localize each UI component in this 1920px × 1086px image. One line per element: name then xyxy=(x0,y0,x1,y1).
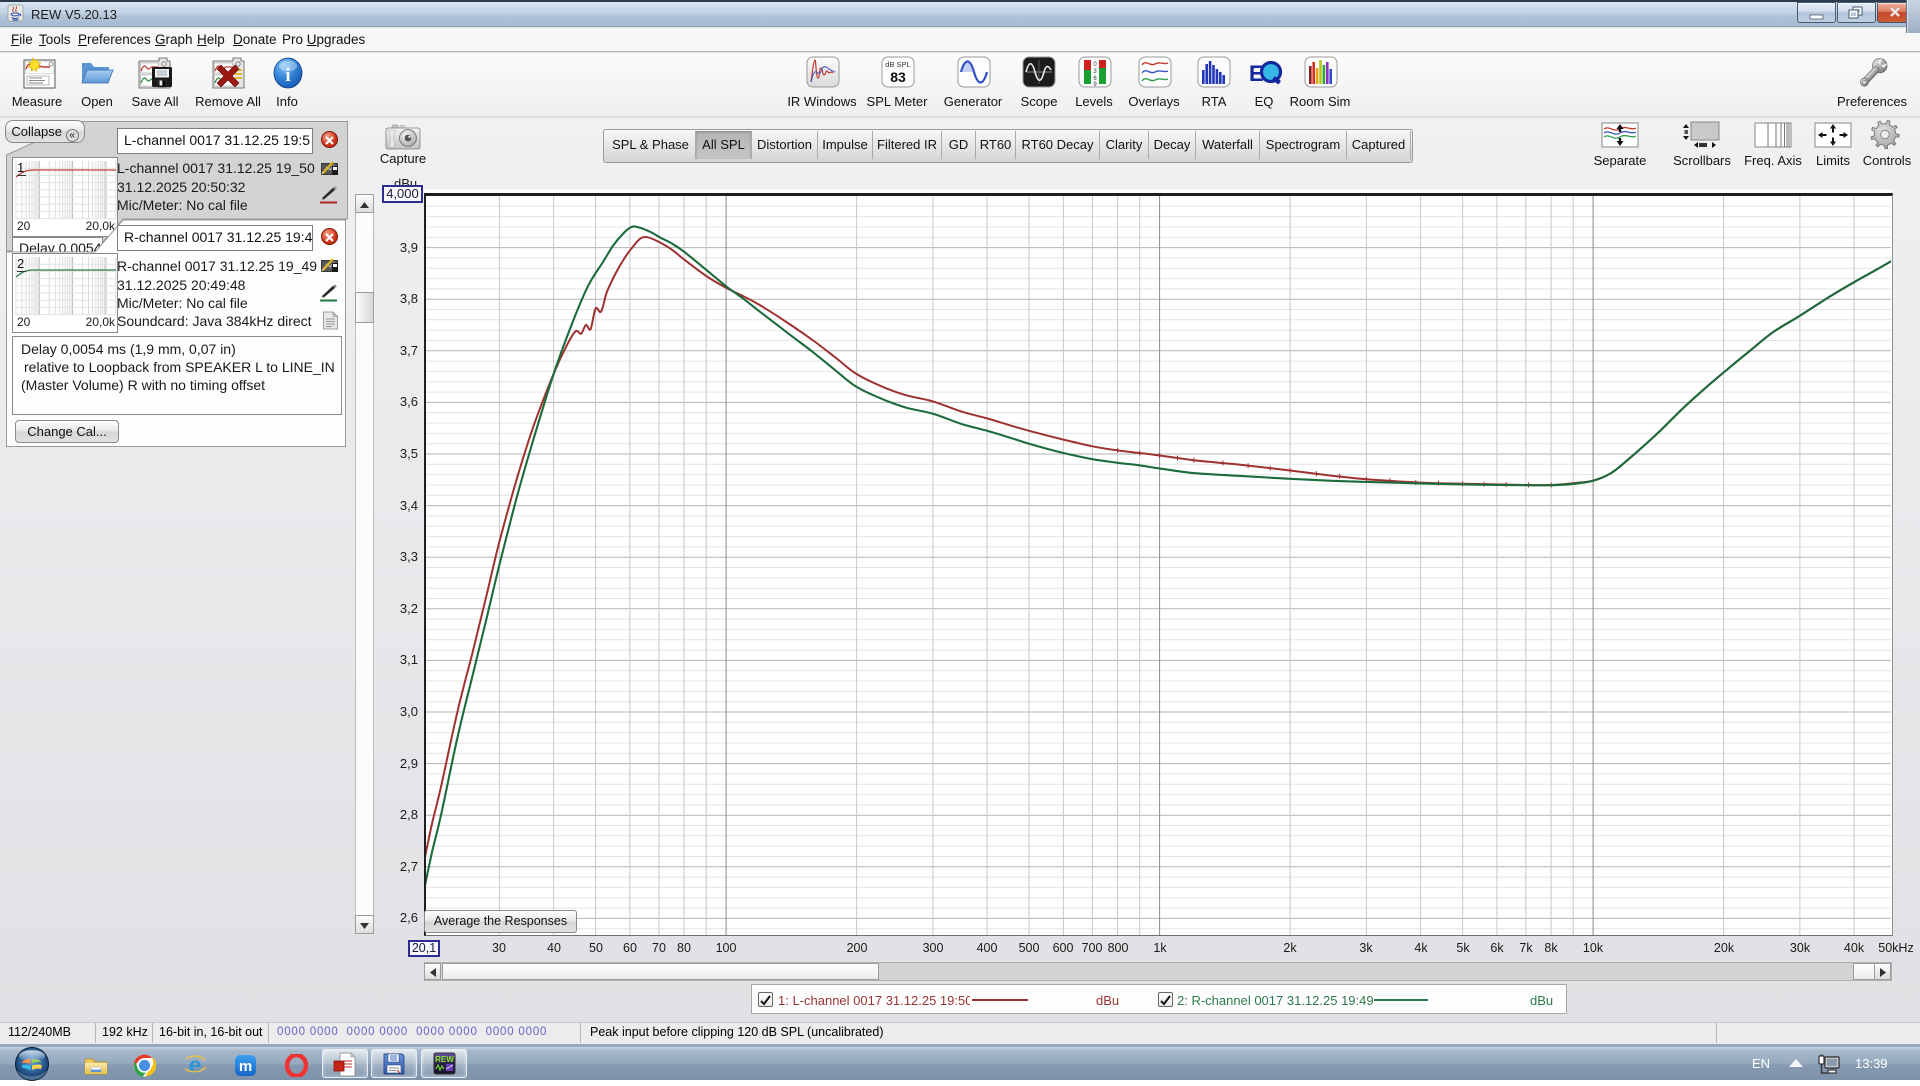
svg-text:83: 83 xyxy=(890,69,906,85)
svg-text:REW: REW xyxy=(435,1055,454,1064)
svg-text:dB SPL: dB SPL xyxy=(885,60,910,69)
svg-text:m: m xyxy=(239,1058,252,1075)
